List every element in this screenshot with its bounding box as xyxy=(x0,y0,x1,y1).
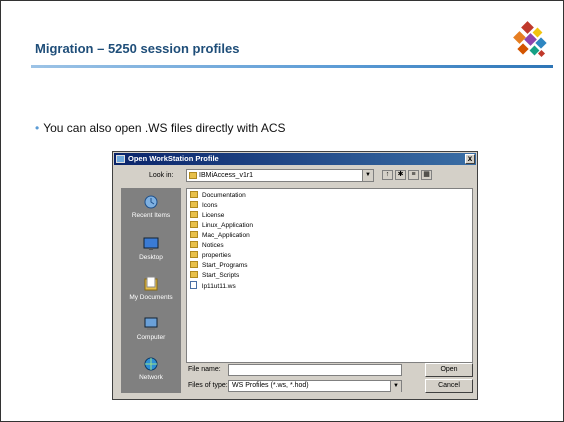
files-of-type-select[interactable]: WS Profiles (*.ws, *.hod) ▼ xyxy=(228,380,402,392)
look-in-value: IBMiAccess_v1r1 xyxy=(199,172,254,179)
folder-icon xyxy=(190,261,198,268)
file-name: Icons xyxy=(202,202,218,209)
desktop-icon xyxy=(143,237,159,250)
my-documents-icon xyxy=(144,276,158,291)
slide: Migration – 5250 session profiles • You c… xyxy=(0,0,564,422)
folder-icon xyxy=(190,241,198,248)
places-bar: Recent Items Desktop My Documents Comput… xyxy=(121,188,181,393)
folder-icon xyxy=(190,271,198,278)
slide-title: Migration – 5250 session profiles xyxy=(35,41,240,56)
place-label: My Documents xyxy=(129,294,173,301)
bullet-dot-icon: • xyxy=(35,121,40,135)
folder-icon xyxy=(190,191,198,198)
place-desktop[interactable]: Desktop xyxy=(121,232,181,272)
place-label: Recent Items xyxy=(131,212,171,219)
list-item[interactable]: Linux_Application xyxy=(190,221,253,231)
place-my-documents[interactable]: My Documents xyxy=(121,272,181,312)
ws-file-icon xyxy=(190,281,197,289)
dialog-title: Open WorkStation Profile xyxy=(128,154,219,163)
bullet-text: You can also open .WS files directly wit… xyxy=(43,121,286,135)
title-underline xyxy=(31,65,553,68)
new-folder-button[interactable]: ✱ xyxy=(395,170,406,180)
list-item[interactable]: Start_Scripts xyxy=(190,271,239,281)
list-item[interactable]: Documentation xyxy=(190,191,246,201)
file-name: Mac_Application xyxy=(202,232,250,239)
list-view-button[interactable]: ≡ xyxy=(408,170,419,180)
list-item[interactable]: Mac_Application xyxy=(190,231,250,241)
chevron-down-icon[interactable]: ▼ xyxy=(390,381,401,392)
details-view-button[interactable]: ▦ xyxy=(421,170,432,180)
file-name-label: File name: xyxy=(188,366,221,373)
file-name: Documentation xyxy=(202,192,246,199)
bullet-item: • You can also open .WS files directly wi… xyxy=(35,121,286,135)
place-network[interactable]: Network xyxy=(121,352,181,392)
list-item[interactable]: License xyxy=(190,211,224,221)
file-name: License xyxy=(202,212,225,219)
close-button[interactable]: x xyxy=(465,154,475,164)
network-icon xyxy=(144,357,158,371)
look-in-combo[interactable]: IBMiAccess_v1r1 ▼ xyxy=(186,169,374,182)
app-icon xyxy=(116,155,125,163)
up-folder-button[interactable]: ↑ xyxy=(382,170,393,180)
open-button[interactable]: Open xyxy=(425,363,473,377)
files-of-type-label: Files of type: xyxy=(188,382,228,389)
file-name: Start_Scripts xyxy=(202,272,240,279)
folder-icon xyxy=(190,221,198,228)
folder-icon xyxy=(190,211,198,218)
folder-icon xyxy=(190,251,198,258)
file-list: Documentation Icons License Linux_Applic… xyxy=(186,188,473,363)
files-of-type-value: WS Profiles (*.ws, *.hod) xyxy=(232,382,309,389)
dialog-titlebar[interactable]: Open WorkStation Profile x xyxy=(114,153,476,165)
file-name: Linux_Application xyxy=(202,222,253,229)
place-label: Computer xyxy=(136,334,166,341)
file-name: Start_Programs xyxy=(202,262,248,269)
place-computer[interactable]: Computer xyxy=(121,312,181,352)
logo-icon xyxy=(513,21,547,58)
open-profile-dialog: Open WorkStation Profile x Look in: IBMi… xyxy=(112,151,478,400)
place-label: Network xyxy=(139,374,163,381)
list-item[interactable]: properties xyxy=(190,251,231,261)
place-label: Desktop xyxy=(139,254,163,261)
folder-icon xyxy=(189,172,197,179)
list-item[interactable]: Icons xyxy=(190,201,218,211)
list-item[interactable]: lp11ut11.ws xyxy=(190,281,236,291)
computer-icon xyxy=(144,317,158,330)
list-item[interactable]: Notices xyxy=(190,241,224,251)
place-recent-items[interactable]: Recent Items xyxy=(121,190,181,230)
file-name-input[interactable] xyxy=(228,364,402,376)
chevron-down-icon[interactable]: ▼ xyxy=(362,170,373,181)
file-name: lp11ut11.ws xyxy=(202,283,236,290)
file-name: properties xyxy=(202,252,231,259)
folder-icon xyxy=(190,231,198,238)
recent-items-icon xyxy=(144,195,158,209)
list-item[interactable]: Start_Programs xyxy=(190,261,248,271)
cancel-button[interactable]: Cancel xyxy=(425,379,473,393)
folder-icon xyxy=(190,201,198,208)
file-name: Notices xyxy=(202,242,224,249)
look-in-label: Look in: xyxy=(149,172,174,179)
